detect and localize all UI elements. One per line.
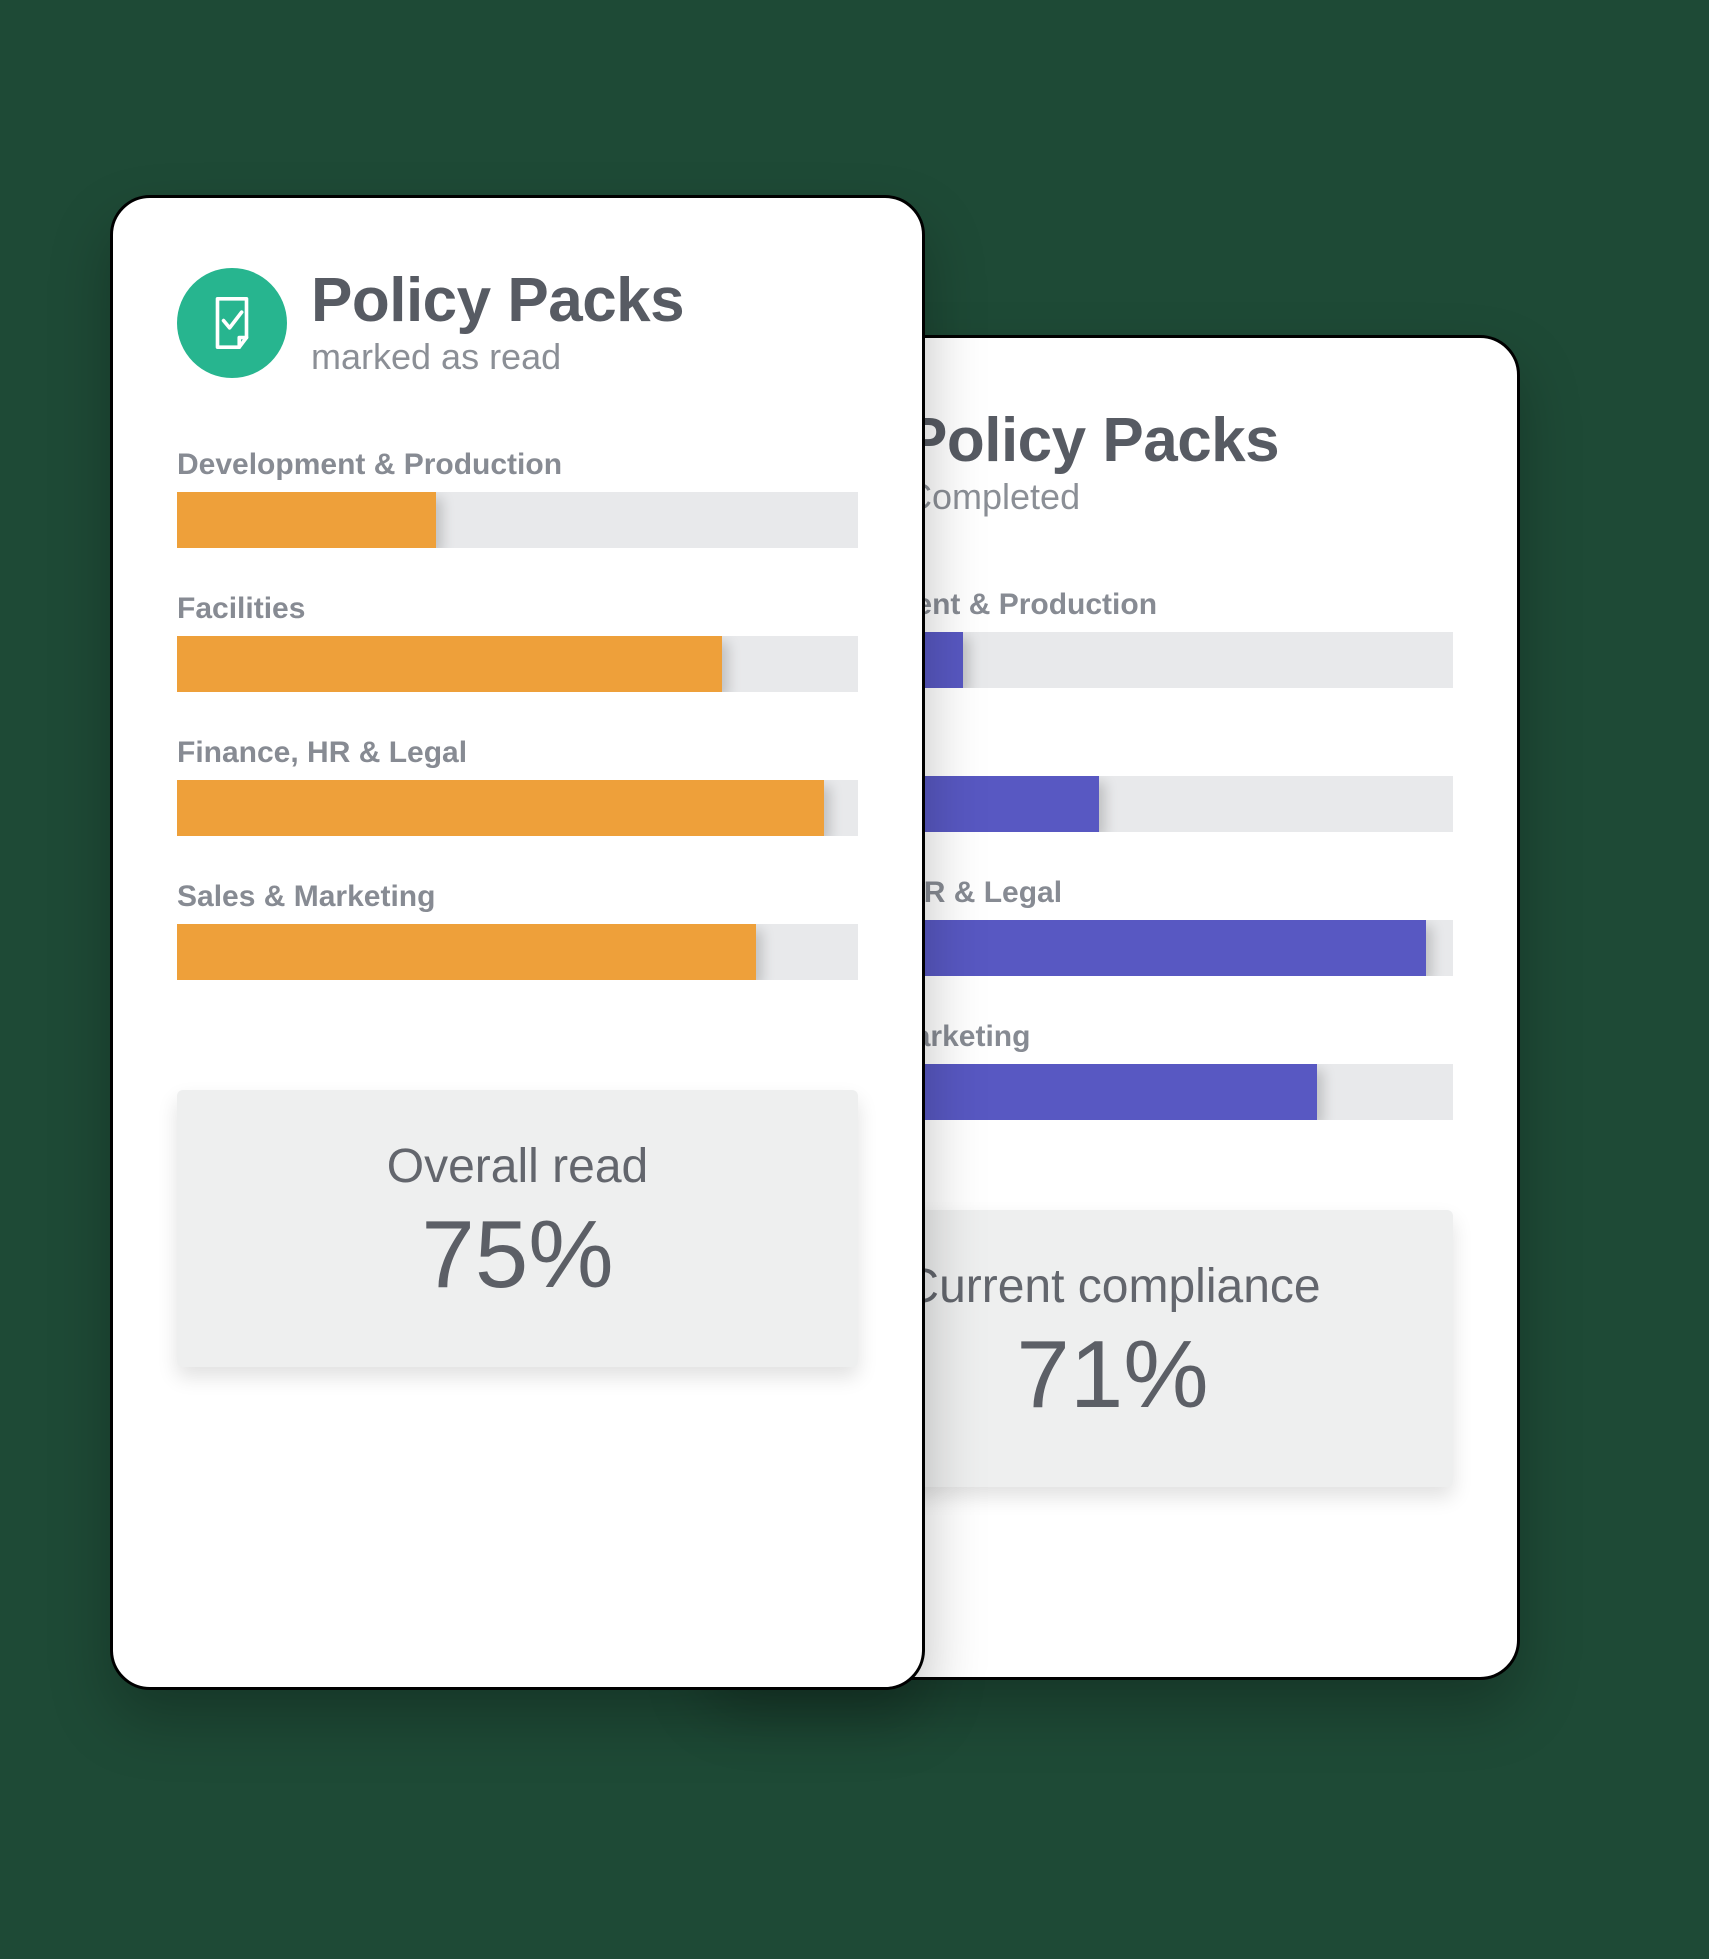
card-header: Policy Packs marked as read xyxy=(177,268,858,378)
summary-box: Overall read 75% xyxy=(177,1090,858,1367)
policy-check-icon xyxy=(177,268,287,378)
card-header-text: Policy Packs marked as read xyxy=(311,268,684,378)
bar-row: Development & Production xyxy=(177,448,858,548)
summary-label: Overall read xyxy=(197,1138,838,1196)
summary-value: 75% xyxy=(197,1202,838,1308)
bar-label: Sales & Marketing xyxy=(177,880,858,914)
bar-fill xyxy=(177,924,756,980)
bar-label: Finance, HR & Legal xyxy=(177,736,858,770)
bar-track xyxy=(177,492,858,548)
card-subtitle: marked as read xyxy=(311,335,684,378)
bar-track xyxy=(177,924,858,980)
card-header-text: Policy Packs Completed xyxy=(906,408,1279,518)
policy-packs-read-card: Policy Packs marked as read Development … xyxy=(110,195,925,1690)
bar-track xyxy=(177,636,858,692)
bar-fill xyxy=(177,780,824,836)
bar-row: Facilities xyxy=(177,592,858,692)
bar-label: Development & Production xyxy=(177,448,858,482)
card-title: Policy Packs xyxy=(906,408,1279,473)
bar-label: Facilities xyxy=(177,592,858,626)
card-subtitle: Completed xyxy=(906,475,1279,518)
bar-row: Finance, HR & Legal xyxy=(177,736,858,836)
bars-list: Development & Production Facilities Fina… xyxy=(177,448,858,980)
bar-row: Sales & Marketing xyxy=(177,880,858,980)
card-title: Policy Packs xyxy=(311,268,684,333)
bar-track xyxy=(177,780,858,836)
bar-fill xyxy=(177,636,722,692)
bar-fill xyxy=(177,492,436,548)
